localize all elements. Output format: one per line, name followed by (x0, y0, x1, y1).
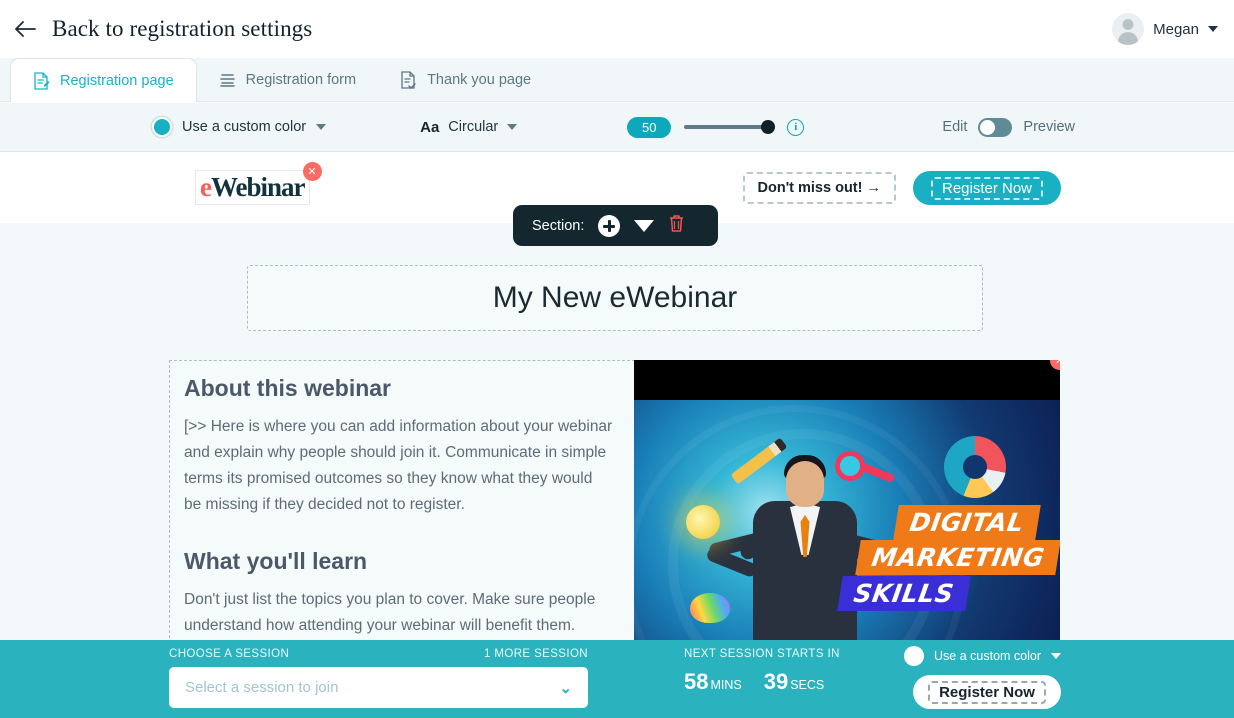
user-menu[interactable]: Megan (1112, 13, 1218, 45)
plus-circle-icon[interactable] (598, 214, 621, 237)
webinar-title-block[interactable]: My New eWebinar (247, 265, 983, 331)
trash-icon[interactable] (668, 214, 685, 238)
dont-miss-out-badge[interactable]: Don't miss out! → (742, 172, 896, 204)
chevron-down-icon (316, 124, 327, 130)
countdown-timer: 58 MINS 39 SECS (684, 669, 840, 695)
ewebinar-logo: eWebinar (200, 172, 305, 202)
video-thumbnail-block[interactable]: ✕ DIGITAL MARKETING SKILLS (634, 360, 1060, 643)
tab-registration-page[interactable]: Registration page (10, 58, 197, 102)
section-toolbar: Section: (513, 205, 718, 246)
paint-palette-icon (690, 593, 730, 623)
pencil-icon (730, 437, 788, 485)
custom-color-picker[interactable]: Use a custom color (152, 117, 327, 137)
countdown-block: NEXT SESSION STARTS IN 58 MINS 39 SECS (684, 648, 840, 695)
chevron-down-icon (1208, 26, 1218, 32)
register-now-label: Register Now (930, 176, 1044, 200)
session-select-placeholder: Select a session to join (185, 679, 339, 696)
font-picker[interactable]: Aa Circular (420, 118, 518, 136)
learn-heading: What you'll learn (184, 548, 368, 574)
register-now-button-header[interactable]: Register Now (913, 171, 1061, 205)
tab-list: Registration page Registration form Than… (0, 58, 1234, 102)
arrow-left-icon (14, 18, 36, 40)
color-swatch-icon (904, 646, 925, 666)
size-value-badge[interactable]: 50 (627, 116, 672, 138)
top-bar: Back to registration settings Megan (0, 0, 1234, 58)
header-cta-group: Don't miss out! → Register Now (742, 171, 1061, 205)
document-pencil-icon (33, 71, 50, 90)
tab-thank-you-page[interactable]: Thank you page (378, 58, 553, 102)
preview-label: Preview (1023, 119, 1075, 135)
bottom-custom-color-label: Use a custom color (934, 649, 1041, 663)
font-size-prefix-label: Aa (420, 118, 440, 136)
session-chooser: CHOOSE A SESSION 1 MORE SESSION Select a… (169, 648, 588, 708)
register-now-label: Register Now (928, 680, 1046, 704)
form-lines-icon (219, 71, 236, 89)
seconds-unit: SECS (790, 678, 825, 692)
presenter-figure (686, 437, 896, 643)
next-session-label: NEXT SESSION STARTS IN (684, 648, 840, 660)
minutes-unit: MINS (710, 678, 742, 692)
tab-bar: Registration page Registration form Than… (0, 58, 1234, 154)
font-name-label: Circular (448, 119, 499, 135)
register-now-button-bottom[interactable]: Register Now (913, 675, 1061, 709)
video-artwork: DIGITAL MARKETING SKILLS (634, 400, 1060, 643)
chevron-down-icon[interactable] (634, 219, 655, 232)
more-sessions-label: 1 MORE SESSION (483, 648, 588, 660)
color-swatch-icon (152, 117, 172, 137)
about-body: [>> Here is where you can add informatio… (184, 418, 613, 513)
bottom-bar-actions: Use a custom color Register Now (904, 646, 1061, 709)
logo-block[interactable]: eWebinar ✕ (195, 162, 322, 205)
tab-registration-form[interactable]: Registration form (197, 58, 378, 102)
section-toolbar-label: Section: (532, 217, 585, 234)
registration-bottom-bar: CHOOSE A SESSION 1 MORE SESSION Select a… (0, 640, 1234, 718)
custom-color-label: Use a custom color (182, 119, 307, 135)
session-select-dropdown[interactable]: Select a session to join ⌄ (169, 667, 588, 708)
learn-body: Don't just list the topics you plan to c… (184, 591, 596, 634)
video-overlay-line-2: MARKETING (854, 540, 1060, 575)
session-labels-row: CHOOSE A SESSION 1 MORE SESSION (169, 648, 588, 660)
head (786, 461, 824, 507)
chevron-down-icon (1051, 653, 1061, 659)
lightbulb-icon (686, 505, 720, 539)
back-to-registration-settings-link[interactable]: Back to registration settings (14, 16, 312, 42)
edit-preview-toggle-group: Edit Preview (942, 117, 1075, 137)
style-toolbar: Use a custom color Aa Circular 50 i Edit… (0, 103, 1234, 152)
edit-label: Edit (942, 119, 968, 135)
magnifier-icon (835, 451, 865, 481)
close-icon[interactable]: ✕ (302, 162, 322, 181)
tab-label: Thank you page (427, 72, 532, 88)
edit-preview-toggle[interactable] (978, 117, 1013, 137)
user-name: Megan (1153, 20, 1199, 38)
chevron-down-icon: ⌄ (559, 679, 572, 697)
minutes-value: 58 (684, 669, 709, 694)
document-check-icon (400, 71, 417, 89)
size-slider[interactable] (684, 120, 776, 134)
page-title: My New eWebinar (492, 281, 738, 314)
info-icon[interactable]: i (787, 118, 805, 136)
tab-label: Registration form (245, 72, 357, 88)
app-root: Back to registration settings Megan Regi… (0, 0, 1234, 718)
tab-label: Registration page (60, 72, 174, 89)
choose-a-session-label: CHOOSE A SESSION (169, 648, 290, 660)
logo-first-letter: e (200, 172, 212, 202)
back-label: Back to registration settings (52, 16, 313, 41)
countdown-minutes: 58 MINS (684, 669, 742, 695)
page-preview-canvas: eWebinar ✕ Don't miss out! → Register No… (0, 152, 1234, 718)
video-overlay-line-3: SKILLS (837, 576, 971, 611)
seconds-value: 39 (763, 669, 789, 694)
bottom-custom-color-picker[interactable]: Use a custom color (904, 646, 1061, 666)
pie-chart-graphic (944, 436, 1006, 498)
chevron-down-icon (507, 124, 518, 130)
about-heading: About this webinar (184, 375, 391, 401)
size-control: 50 i (627, 116, 805, 138)
avatar (1112, 13, 1145, 45)
video-letterbox (634, 360, 1060, 400)
video-overlay-line-1: DIGITAL (893, 505, 1041, 540)
logo-rest: Webinar (210, 172, 306, 202)
countdown-seconds: 39 SECS (764, 669, 825, 695)
slider-handle[interactable] (761, 120, 776, 134)
